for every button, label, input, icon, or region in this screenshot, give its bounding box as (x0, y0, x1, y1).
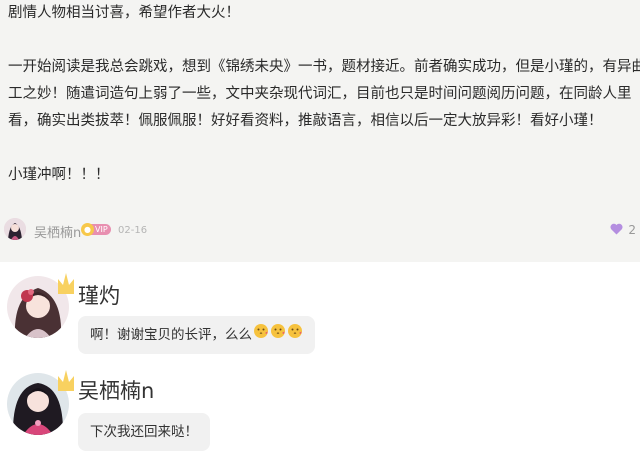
reviewer-name[interactable]: 吴栖楠n (34, 222, 81, 241)
kiss-face-emoji-icon (253, 316, 269, 354)
reply-author-name[interactable]: 吴栖楠n (78, 375, 154, 405)
review-line: 小瑾冲啊！！！ (8, 167, 110, 183)
review-line: 工之妙！随遣词造句上弱了一些，文中夹杂现代词汇，目前也只是时间问题阅历问题，在同… (8, 86, 632, 102)
reply-text: 啊！谢谢宝贝的长评，么么 (90, 327, 252, 343)
reply-author-name[interactable]: 瑾灼 (78, 280, 120, 310)
review-blank-line (8, 27, 632, 54)
heart-icon (610, 223, 623, 235)
vip-badge: VIP ● (81, 223, 117, 236)
reply-text: 下次我还回来哒！ (90, 424, 198, 440)
review-line: 剧情人物相当讨喜，希望作者大火！ (8, 5, 240, 21)
review-meta: 吴栖楠n VIP ● 02-16 2 (4, 218, 636, 244)
crown-icon (58, 273, 74, 294)
reviewer-avatar[interactable] (4, 218, 26, 240)
reply-bubble: 下次我还回来哒！ (78, 413, 210, 451)
kiss-face-emoji-icon (270, 316, 286, 354)
reply-bubble: 啊！谢谢宝贝的长评，么么 (78, 316, 315, 354)
like-button[interactable]: 2 (610, 222, 636, 238)
reply-item: 吴栖楠n 下次我还回来哒！ (0, 365, 640, 465)
review-line: 一开始阅读是我总会跳戏，想到《锦绣未央》一书，题材接近。前者确实成功，但是小瑾的… (8, 59, 640, 75)
long-review-card: 剧情人物相当讨喜，希望作者大火！ 一开始阅读是我总会跳戏，想到《锦绣未央》一书，… (0, 0, 640, 262)
like-count: 2 (628, 223, 636, 237)
review-line: 看，确实出类拔萃！佩服佩服！好好看资料，推敲语言，相信以后一定大放异彩！看好小瑾… (8, 113, 603, 129)
review-blank-line (8, 135, 632, 162)
review-date: 02-16 (118, 225, 148, 236)
crown-icon (58, 370, 74, 391)
kiss-face-emoji-icon (287, 316, 303, 354)
vip-coin-icon: ● (81, 223, 94, 236)
review-body: 剧情人物相当讨喜，希望作者大火！ 一开始阅读是我总会跳戏，想到《锦绣未央》一书，… (8, 0, 640, 189)
reply-item: 瑾灼 啊！谢谢宝贝的长评，么么 (0, 270, 640, 362)
